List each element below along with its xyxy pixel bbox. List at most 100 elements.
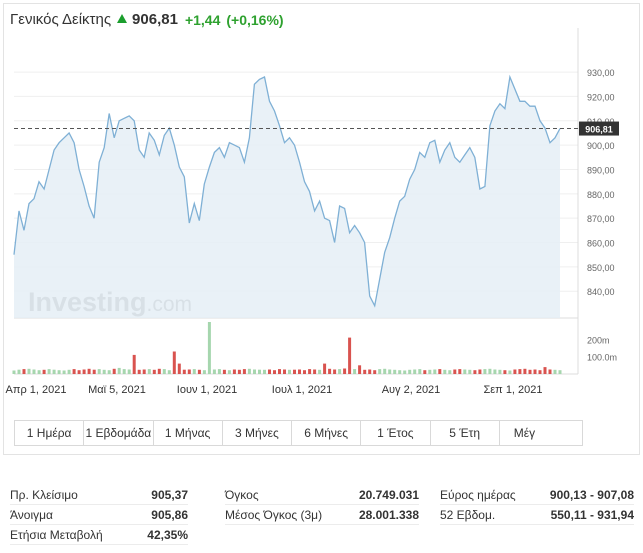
volume-bar (47, 369, 51, 374)
volume-bar (127, 369, 131, 374)
price-chart[interactable]: 930,00920,00910,00900,00890,00880,00870,… (0, 0, 643, 400)
stat-label: 52 Εβδομ. (440, 507, 496, 522)
stat-label: Ετήσια Μεταβολή (10, 527, 103, 542)
volume-bar (448, 370, 452, 374)
range-3-months[interactable]: 3 Μήνες (223, 421, 292, 445)
volume-bar (283, 369, 286, 374)
volume-bar (443, 369, 447, 374)
volume-bar (353, 369, 357, 374)
volume-bar (373, 370, 377, 374)
volume-bar (27, 368, 31, 374)
volume-bar (363, 369, 367, 374)
volume-bar (528, 369, 532, 374)
volume-bar (473, 370, 477, 374)
volume-bar (232, 369, 236, 374)
stat-value: 20.749.031 (358, 487, 419, 502)
volume-bar (533, 369, 537, 374)
volume-bar (122, 369, 126, 374)
volume-bar (508, 370, 512, 374)
volume-bar (438, 369, 442, 374)
range-6-months[interactable]: 6 Μήνες (292, 421, 362, 445)
volume-bar (288, 369, 291, 374)
volume-bar (343, 368, 347, 374)
volume-bar (328, 368, 332, 374)
volume-scale-label: 200m (587, 335, 610, 345)
volume-bar (177, 363, 181, 374)
volume-bar (408, 369, 412, 374)
volume-bar (433, 369, 437, 374)
range-5-years[interactable]: 5 Έτη (431, 421, 500, 445)
volume-bar (52, 369, 56, 374)
volume-bar (112, 368, 116, 374)
volume-bar (413, 369, 417, 374)
volume-bar (67, 369, 71, 374)
volume-bar (388, 369, 392, 374)
range-1-week[interactable]: 1 Εβδομάδα (84, 421, 154, 445)
volume-bar (237, 369, 241, 374)
volume-bar (82, 369, 86, 374)
volume-bar (498, 369, 502, 374)
volume-bar (468, 369, 472, 374)
stats-column-3: Εύρος ημέρας 900,13 - 907,08 52 Εβδομ. 5… (440, 485, 634, 525)
y-tick-label: 850,00 (587, 263, 615, 273)
volume-bar (142, 369, 146, 374)
volume-bar (273, 370, 276, 374)
volume-bar (162, 369, 166, 374)
range-1-month[interactable]: 1 Μήνας (154, 421, 223, 445)
volume-bar (453, 369, 457, 374)
volume-bar (378, 369, 382, 374)
range-1-day[interactable]: 1 Ημέρα (15, 421, 85, 445)
volume-bar (323, 363, 327, 374)
range-selector: 1 Ημέρα 1 Εβδομάδα 1 Μήνας 3 Μήνες 6 Μήν… (14, 420, 583, 446)
volume-bar (258, 369, 261, 374)
volume-bar (182, 369, 186, 374)
stat-label: Όγκος (225, 487, 259, 502)
volume-bar (538, 370, 542, 374)
stat-prev-close: Πρ. Κλείσιμο 905,37 (10, 485, 188, 505)
volume-bar (222, 369, 226, 374)
volume-bar (488, 368, 492, 374)
volume-bar (553, 369, 557, 374)
volume-bar (102, 369, 106, 374)
volume-bar (132, 354, 136, 374)
stat-label: Πρ. Κλείσιμο (10, 487, 78, 502)
y-tick-label: 890,00 (587, 165, 615, 175)
stats-column-2: Όγκος 20.749.031 Μέσος Όγκος (3μ) 28.001… (225, 485, 419, 525)
stat-value: 42,35% (147, 527, 188, 542)
volume-bar (37, 370, 41, 374)
stat-value: 905,37 (151, 487, 188, 502)
volume-bar (318, 369, 322, 374)
volume-bar (313, 369, 317, 374)
volume-bar (57, 370, 61, 374)
volume-bar (308, 369, 312, 374)
stat-value: 550,11 - 931,94 (550, 507, 634, 522)
volume-bar (207, 322, 211, 374)
volume-bar (368, 369, 372, 374)
volume-bar (428, 369, 432, 374)
volume-bar (137, 369, 141, 374)
x-tick-label: Μαϊ 5, 2021 (88, 384, 146, 396)
x-tick-label: Σεπ 1, 2021 (483, 384, 542, 396)
stat-52-week-range: 52 Εβδομ. 550,11 - 931,94 (440, 505, 634, 525)
volume-bar (22, 369, 26, 374)
x-tick-label: Απρ 1, 2021 (6, 384, 67, 396)
volume-bar (117, 367, 121, 374)
volume-bar (217, 369, 221, 374)
stat-value: 900,13 - 907,08 (549, 487, 634, 502)
volume-bar (333, 369, 337, 374)
volume-bar (32, 369, 36, 374)
volume-bar (268, 369, 271, 374)
x-tick-label: Αυγ 2, 2021 (382, 384, 441, 396)
volume-bar (518, 369, 522, 374)
volume-bar (172, 351, 176, 374)
volume-bar (212, 369, 216, 374)
range-1-year[interactable]: 1 Έτος (361, 421, 431, 445)
volume-bar (348, 337, 352, 374)
volume-bar (358, 365, 362, 374)
volume-bar (72, 369, 76, 374)
volume-bar (202, 370, 206, 374)
volume-bar (263, 369, 266, 374)
volume-bar (558, 370, 562, 374)
volume-bar (478, 369, 482, 374)
range-max[interactable]: Μέγ (500, 421, 582, 445)
